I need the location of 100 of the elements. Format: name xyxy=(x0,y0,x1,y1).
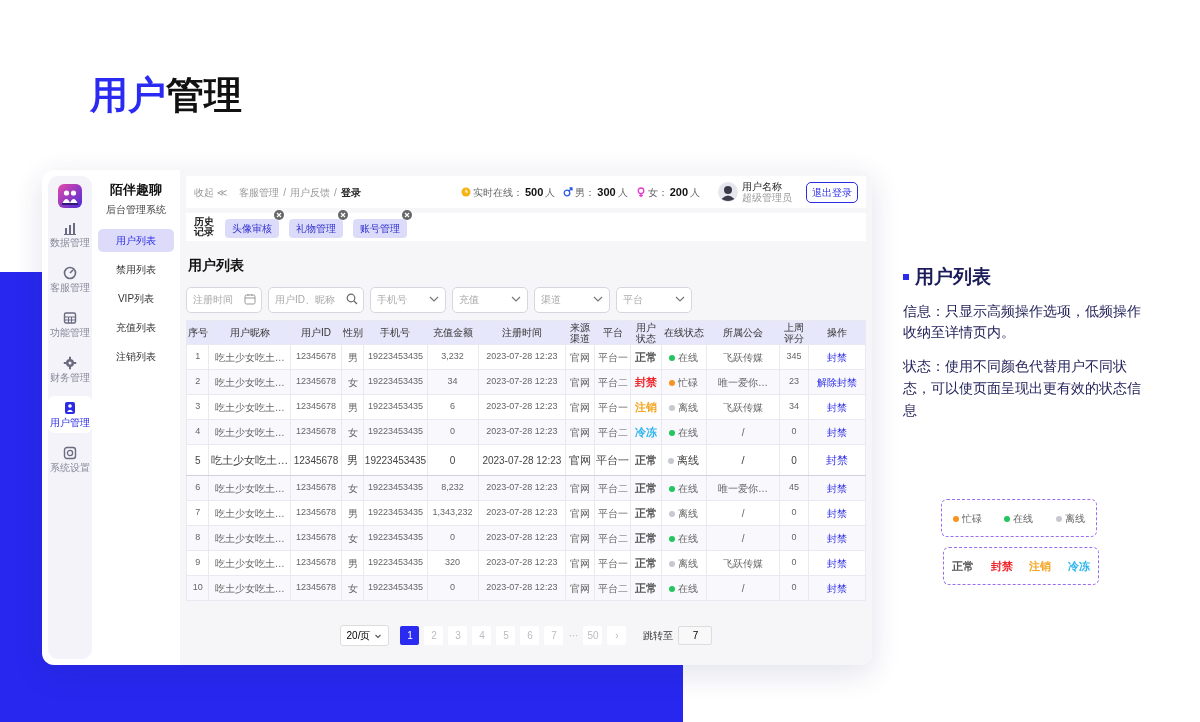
table-cell: 吃土少女吃土… xyxy=(208,475,291,501)
table-cell: 10 xyxy=(186,575,209,601)
history-tag[interactable]: 头像审核 xyxy=(225,219,279,238)
column-header: 在线状态 xyxy=(661,320,707,345)
action-link[interactable]: 封禁 xyxy=(826,401,847,413)
logout-button[interactable]: 退出登录 xyxy=(806,181,858,203)
table-cell: 官网 xyxy=(565,444,595,476)
column-header: 来源渠道 xyxy=(565,320,595,345)
dropdown-field[interactable]: 充值 xyxy=(452,286,528,313)
table-cell: 6 xyxy=(186,475,209,501)
table-cell: 2023-07-28 12:23 xyxy=(478,344,566,370)
table-cell: 5 xyxy=(186,444,209,476)
bullet-square xyxy=(903,274,909,281)
search-field[interactable]: 用户ID、昵称 xyxy=(268,286,364,313)
dial-icon xyxy=(63,266,77,280)
table-cell: 0 xyxy=(779,419,809,445)
table-cell: 2023-07-28 12:23 xyxy=(478,369,566,395)
submenu-item[interactable]: 禁用列表 xyxy=(98,257,174,281)
table-cell: 12345678 xyxy=(290,394,342,420)
table-cell: 官网 xyxy=(565,369,595,395)
submenu-item[interactable]: VIP列表 xyxy=(98,286,174,310)
table-cell: 34 xyxy=(779,394,809,420)
table-cell: 345 xyxy=(779,344,809,370)
submenu-item[interactable]: 用户列表 xyxy=(98,228,174,252)
column-header: 序号 xyxy=(186,320,209,345)
date-field[interactable]: 注册时间 xyxy=(186,286,262,313)
action-link[interactable]: 封禁 xyxy=(825,453,848,466)
sidebar-nav-item[interactable]: 用户管理 xyxy=(48,396,92,433)
stat-unit: 人 xyxy=(545,185,556,200)
dropdown-field[interactable]: 渠道 xyxy=(534,286,610,313)
stat-unit: 人 xyxy=(690,185,700,200)
user-avatar-icon xyxy=(718,182,738,202)
action-link[interactable]: 封禁 xyxy=(826,532,847,544)
table-cell: / xyxy=(706,500,780,526)
close-icon[interactable] xyxy=(338,210,348,220)
column-header: 操作 xyxy=(808,320,866,345)
status-text: 正常 xyxy=(635,481,658,494)
column-header: 平台 xyxy=(594,320,631,345)
action-link[interactable]: 封禁 xyxy=(826,507,847,519)
table-cell: 飞跃传媒 xyxy=(706,344,780,370)
table-cell: 平台一 xyxy=(594,500,631,526)
table-cell: 0 xyxy=(779,550,809,576)
action-link[interactable]: 封禁 xyxy=(826,582,847,594)
table-cell: 男 xyxy=(341,550,364,576)
table-cell: 6 xyxy=(427,394,479,420)
table-cell: 吃土少女吃土… xyxy=(208,575,291,601)
history-tag[interactable]: 账号管理 xyxy=(353,219,407,238)
table-cell: 19223453435 xyxy=(363,419,428,445)
status-text: 正常 xyxy=(635,453,658,466)
search-icon xyxy=(346,293,358,305)
online-status-text: 离线 xyxy=(678,401,699,413)
page-title: 用户管理 xyxy=(88,73,243,118)
page-input[interactable]: 7 xyxy=(678,626,713,645)
table-cell: 女 xyxy=(341,369,364,395)
stat-value: 500 xyxy=(524,184,544,200)
action-link[interactable]: 封禁 xyxy=(826,351,847,363)
status-text: 封禁 xyxy=(635,375,658,388)
breadcrumb-separator: / xyxy=(283,185,287,200)
column-header: 上周评分 xyxy=(779,320,809,345)
description-text: 信息：只显示高频操作选项，低频操作收纳至详情页内。 xyxy=(903,301,1142,343)
table-cell: 1,343,232 xyxy=(427,500,479,526)
legend-label: 封禁 xyxy=(990,559,1013,574)
dropdown-field[interactable]: 手机号 xyxy=(370,286,446,313)
online-status-text: 离线 xyxy=(677,453,700,466)
column-header: 用户状态 xyxy=(630,320,662,345)
table-cell: 男 xyxy=(341,344,364,370)
action-link[interactable]: 封禁 xyxy=(826,482,847,494)
table-cell: 2 xyxy=(186,369,209,395)
table-cell: 19223453435 xyxy=(363,344,428,370)
submenu-item[interactable]: 注销列表 xyxy=(98,344,174,368)
page-button[interactable]: 1 xyxy=(400,626,420,645)
table-cell: 9 xyxy=(186,550,209,576)
table-cell: 平台一 xyxy=(594,344,631,370)
page-size-dropdown[interactable]: 20/页 xyxy=(339,625,390,646)
table-cell: 19223453435 xyxy=(363,550,428,576)
app-logo-icon xyxy=(58,184,82,208)
action-link[interactable]: 封禁 xyxy=(826,426,847,438)
online-status-text: 忙碌 xyxy=(678,376,699,388)
table-cell: 唯一爱你… xyxy=(706,369,780,395)
close-icon[interactable] xyxy=(402,210,412,220)
table-cell: 12345678 xyxy=(290,444,342,476)
action-link[interactable]: 封禁 xyxy=(826,557,847,569)
dropdown-field[interactable]: 平台 xyxy=(616,286,692,313)
status-text: 注销 xyxy=(635,400,658,413)
table-cell: 吃土少女吃土… xyxy=(208,419,291,445)
online-status-text: 离线 xyxy=(678,557,699,569)
jump-label: 跳转至 xyxy=(643,629,674,643)
close-icon[interactable] xyxy=(274,210,284,220)
table-cell: 7 xyxy=(186,500,209,526)
table-cell: 吃土少女吃土… xyxy=(208,394,291,420)
table-cell: 2023-07-28 12:23 xyxy=(478,419,566,445)
table-cell: 官网 xyxy=(565,394,595,420)
table-cell: 官网 xyxy=(565,575,595,601)
history-tag[interactable]: 礼物管理 xyxy=(289,219,343,238)
submenu-item[interactable]: 充值列表 xyxy=(98,315,174,339)
table-cell: 平台二 xyxy=(594,575,631,601)
stat-label: 女： xyxy=(647,185,668,200)
table-cell: 23 xyxy=(779,369,809,395)
table-cell: 吃土少女吃土… xyxy=(208,525,291,551)
table-cell: 官网 xyxy=(565,525,595,551)
